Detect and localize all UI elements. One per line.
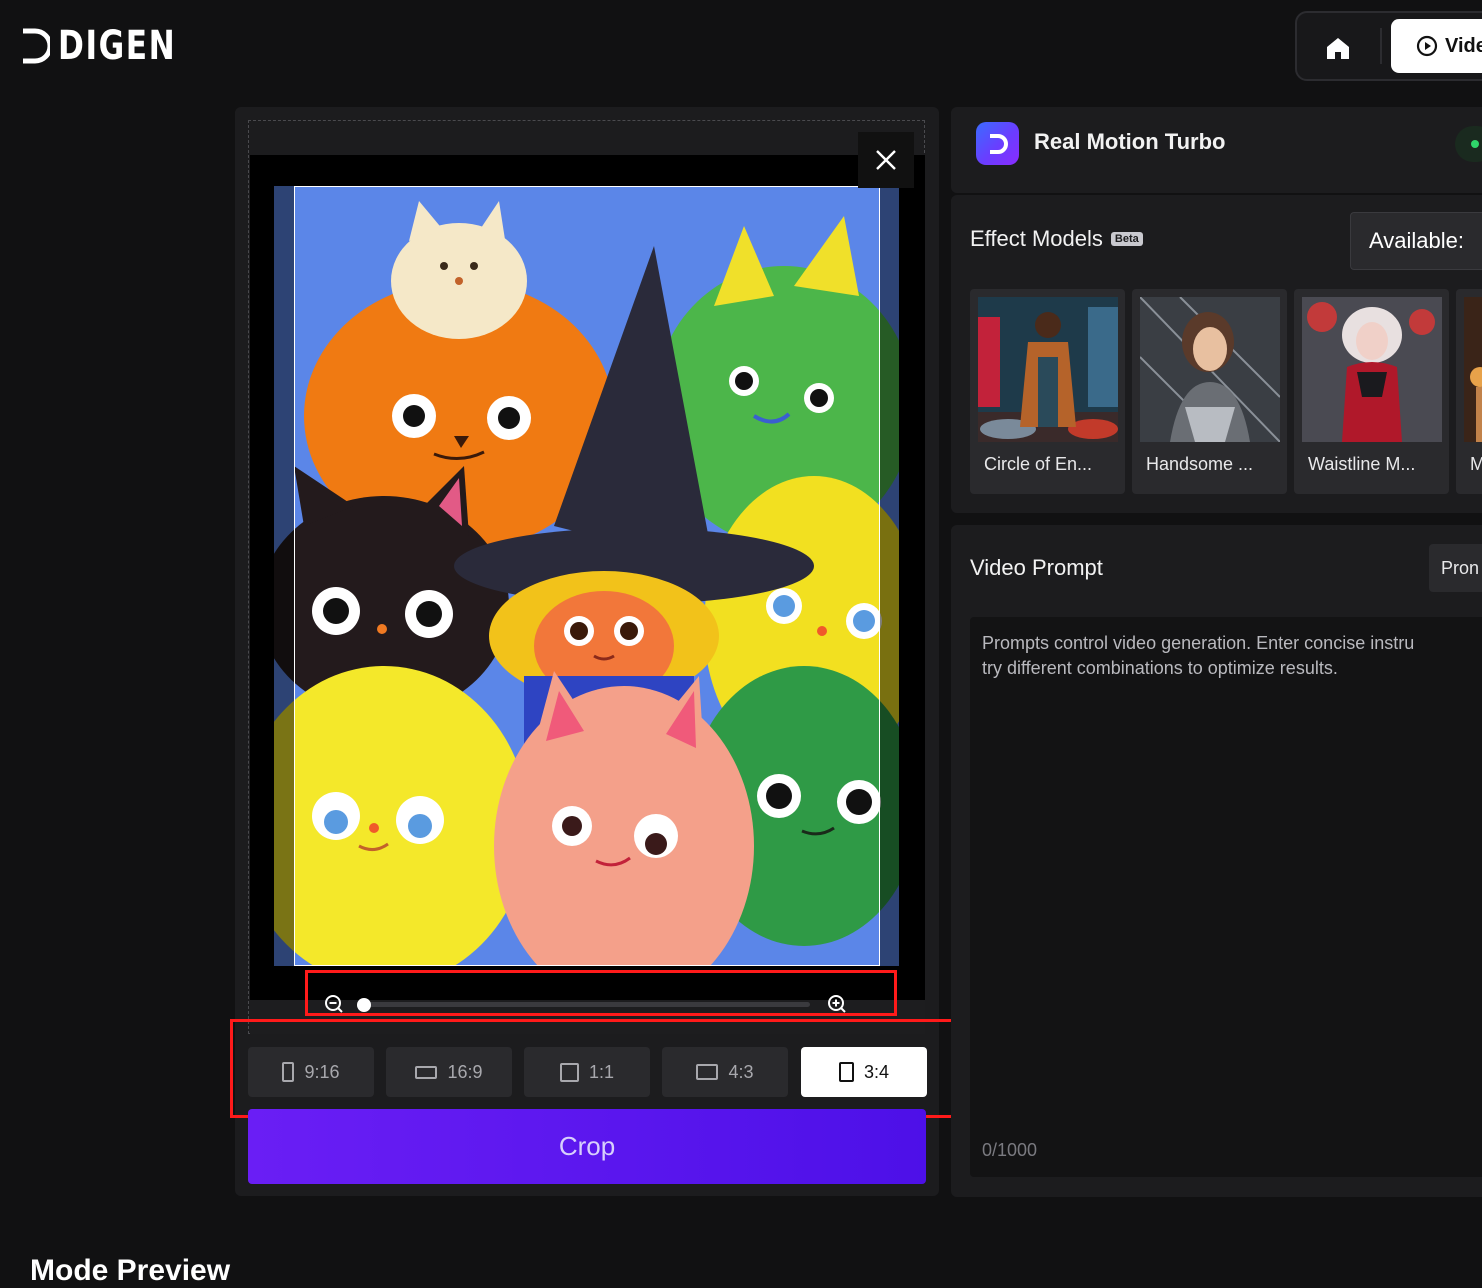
effect-card[interactable]: Circle of En...: [970, 289, 1125, 494]
ratio-label: 4:3: [728, 1061, 754, 1082]
prompt-placeholder-line: Prompts control video generation. Enter …: [982, 633, 1415, 653]
effect-thumbnail: [1302, 297, 1442, 442]
digen-model-icon: [976, 122, 1019, 165]
prompt-placeholder-line: try different combinations to optimize r…: [982, 658, 1338, 678]
close-icon: [876, 150, 896, 170]
zoom-highlight-box: [305, 970, 897, 1016]
section-heading: Mode Preview: [30, 1254, 231, 1287]
ratio-1-1-button[interactable]: 1:1: [524, 1047, 650, 1097]
effect-card[interactable]: M: [1456, 289, 1482, 494]
ratio-16-9-button[interactable]: 16:9: [386, 1047, 512, 1097]
effect-card[interactable]: Waistline M...: [1294, 289, 1449, 494]
portrait-ratio-icon: [282, 1062, 295, 1082]
crop-shade-right: [880, 186, 899, 966]
model-name: Real Motion Turbo: [1034, 129, 1226, 154]
effect-card[interactable]: Handsome ...: [1132, 289, 1287, 494]
video-prompt-input[interactable]: [970, 617, 1482, 1177]
zoom-in-icon[interactable]: [827, 994, 847, 1014]
crop-button[interactable]: Crop: [248, 1109, 926, 1184]
prompt-helper-button[interactable]: Pron: [1429, 544, 1482, 592]
square-ratio-icon: [559, 1062, 579, 1082]
effect-thumbnail: [1140, 297, 1280, 442]
ratio-label: 3:4: [863, 1061, 890, 1082]
prompt-placeholder: Prompts control video generation. Enter …: [982, 631, 1482, 681]
video-prompt-title: Video Prompt: [970, 555, 1103, 580]
zoom-slider-track[interactable]: [360, 1002, 810, 1007]
available-filter-button[interactable]: Available:: [1350, 212, 1482, 270]
logo-text: DIGEN: [58, 23, 177, 69]
zoom-out-icon[interactable]: [324, 994, 344, 1014]
video-play-icon: [1416, 35, 1438, 57]
character-counter: 0/1000: [982, 1140, 1038, 1160]
ratio-9-16-button[interactable]: 9:16: [248, 1047, 374, 1097]
ratio-4-3-button[interactable]: 4:3: [662, 1047, 788, 1097]
effect-label: Handsome ...: [1146, 454, 1254, 474]
effect-thumbnail: [1464, 297, 1482, 442]
digen-logo-icon: [23, 28, 50, 64]
nav-divider: [1380, 28, 1382, 64]
landscape-ratio-icon: [415, 1065, 438, 1079]
effect-label: Waistline M...: [1308, 454, 1416, 474]
tab-video-label: Vide: [1445, 34, 1482, 57]
close-button[interactable]: [858, 132, 914, 188]
portrait-ratio-icon: [838, 1062, 854, 1082]
ratio-label: 16:9: [447, 1061, 483, 1082]
crop-selection-box[interactable]: [294, 186, 880, 966]
effect-label: Circle of En...: [984, 454, 1093, 474]
ratio-label: 1:1: [588, 1061, 615, 1082]
beta-badge: Beta: [1110, 232, 1143, 246]
logo[interactable]: DIGEN: [20, 26, 210, 66]
ratio-label: 9:16: [304, 1061, 340, 1082]
effect-models-title: Effect Models Beta: [970, 226, 1143, 252]
effect-thumbnail: [978, 297, 1118, 442]
status-dot-icon: [1471, 140, 1479, 148]
ratio-3-4-button[interactable]: 3:4: [801, 1047, 927, 1097]
landscape-ratio-icon: [696, 1064, 719, 1080]
tab-video[interactable]: Vide: [1391, 19, 1482, 73]
crop-shade-left: [274, 186, 294, 966]
effect-models-heading: Effect Models: [970, 226, 1103, 251]
zoom-slider-thumb[interactable]: [357, 998, 371, 1012]
home-icon: [1327, 38, 1349, 59]
effect-label: M: [1470, 454, 1482, 474]
home-button[interactable]: [1318, 28, 1358, 68]
